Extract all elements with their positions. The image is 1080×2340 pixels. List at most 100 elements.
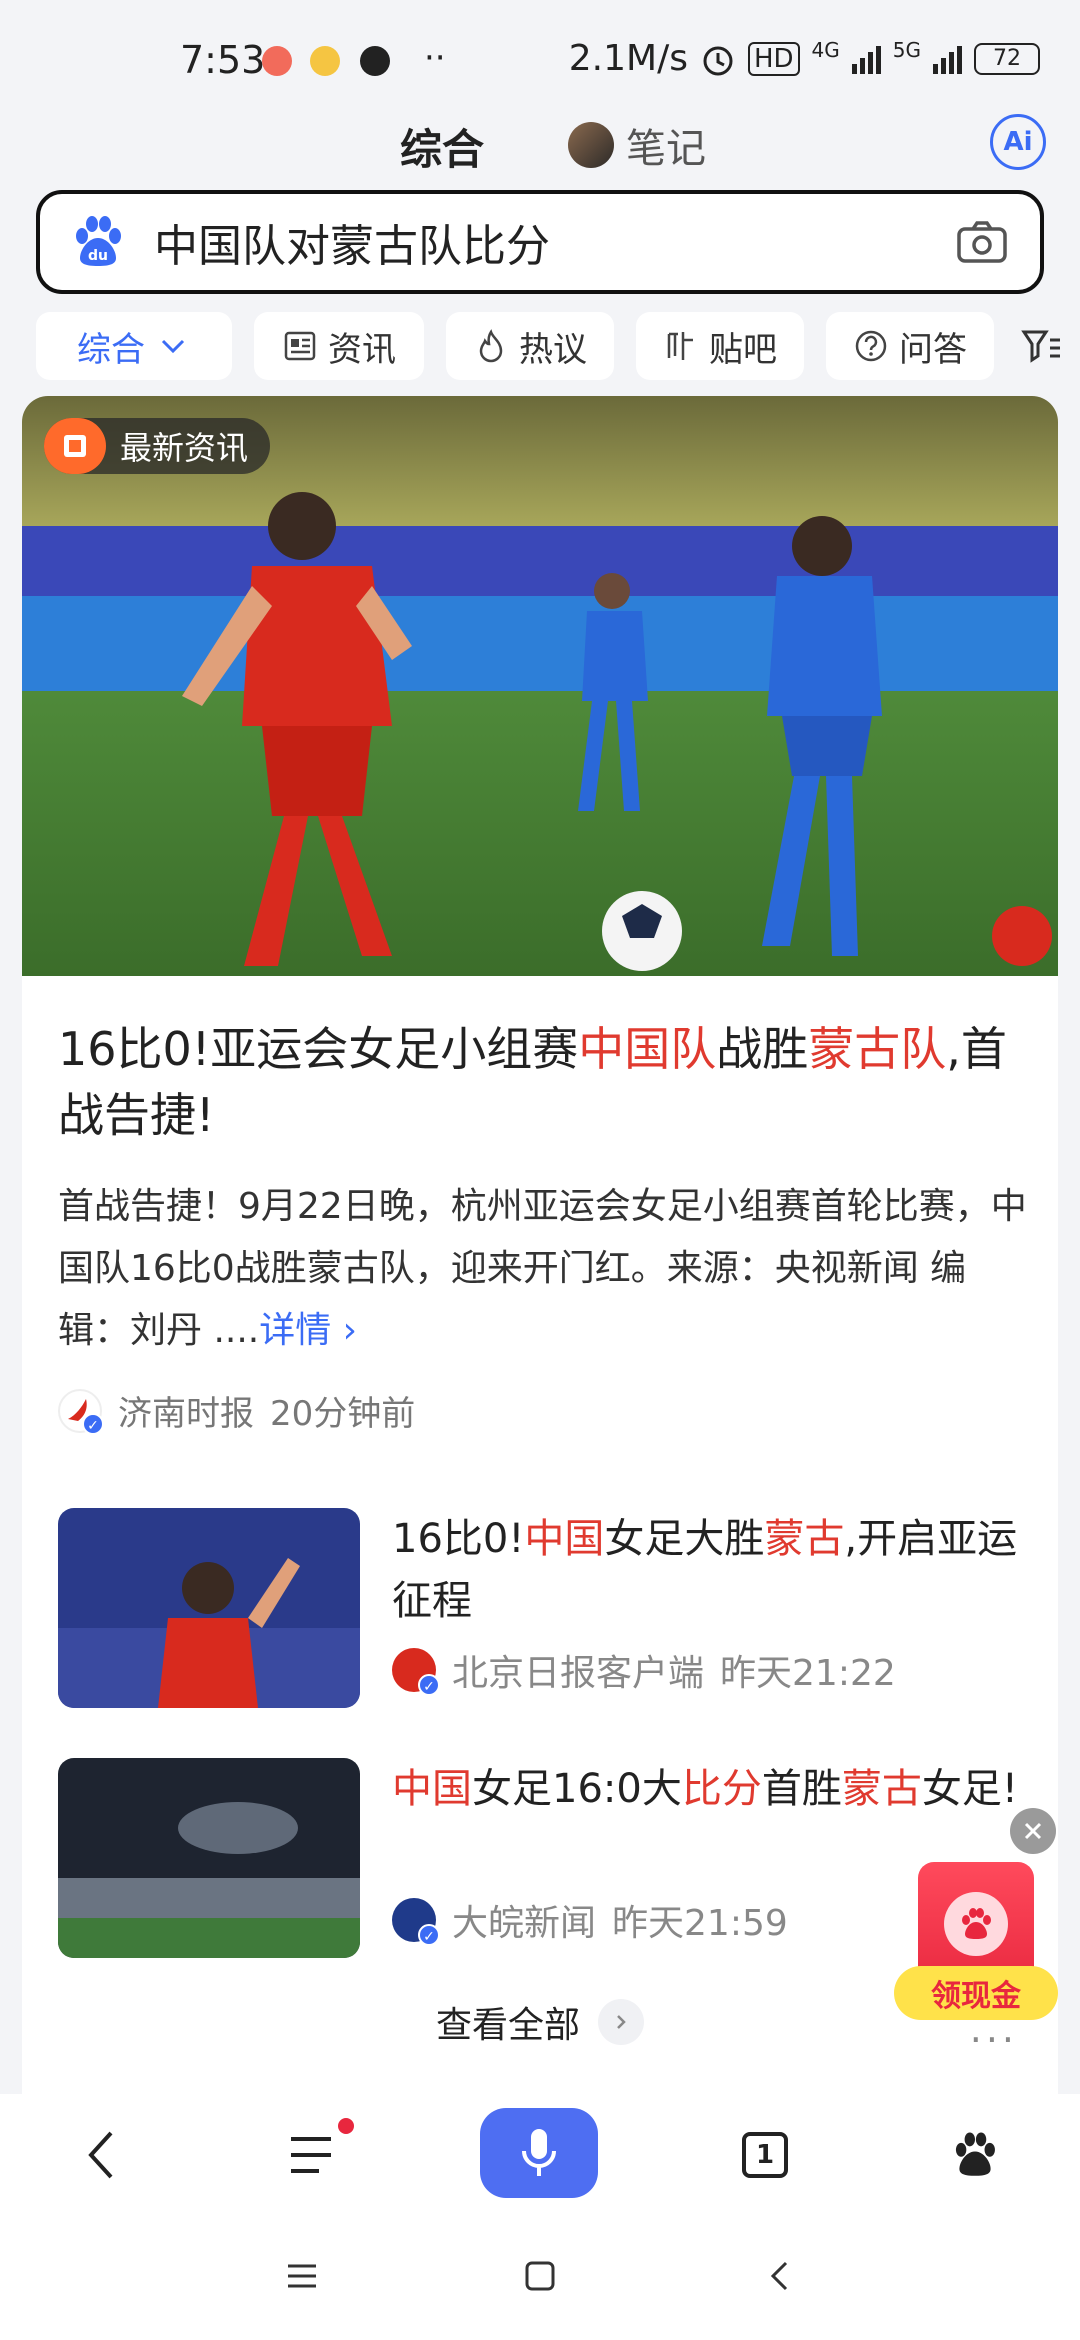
message-notification-icon	[310, 46, 340, 76]
news-source[interactable]: 北京日报客户端	[452, 1644, 704, 1696]
net-5g-label: 5G	[892, 38, 921, 62]
microphone-icon	[522, 2129, 556, 2176]
news-badge-icon	[44, 418, 106, 474]
badge-label: 最新资讯	[120, 429, 249, 467]
more-notifications-icon: ··	[424, 38, 446, 78]
news-thumbnail	[58, 1508, 360, 1708]
beijing-daily-logo-icon: ✓	[392, 1648, 440, 1696]
result-card: 最新资讯 16比0!亚运会女足小组赛中国队战胜蒙古队,首战告捷! 首战告捷！9月…	[22, 396, 1058, 2096]
news-item[interactable]: 中国女足16:0大比分首胜蒙古女足! ✓ 大皖新闻 昨天21:59	[58, 1758, 1058, 1958]
tab-count: 1	[742, 2132, 788, 2178]
filter-hot[interactable]: 热议	[446, 312, 614, 380]
camera-icon[interactable]	[956, 220, 1008, 264]
status-bar: 7:53 ·· 2.1M/s HD 4G 5G 72	[0, 0, 1080, 120]
title-part: 战胜	[716, 1022, 809, 1076]
news-title[interactable]: 中国女足16:0大比分首胜蒙古女足!	[392, 1758, 1042, 1820]
system-nav	[0, 2214, 1080, 2340]
get-cash-label[interactable]: 领现金	[894, 1966, 1058, 2020]
filter-tieba[interactable]: 贴吧	[636, 312, 804, 380]
menu-button[interactable]	[268, 2110, 358, 2200]
verified-icon: ✓	[418, 1674, 440, 1696]
title-highlight: 蒙古	[841, 1766, 922, 1812]
baidu-logo-icon: du	[76, 216, 121, 266]
news-title[interactable]: 16比0!中国女足大胜蒙古,开启亚运征程	[392, 1508, 1042, 1632]
news-item[interactable]: 16比0!中国女足大胜蒙古,开启亚运征程 ✓ 北京日报客户端 昨天21:22	[58, 1508, 1058, 1708]
signal-5g-icon	[933, 44, 962, 74]
hd-badge: HD	[747, 41, 800, 76]
bottom-nav: 1	[0, 2094, 1080, 2214]
detail-link[interactable]: 详情 ›	[259, 1310, 357, 1351]
top-story-source: ✓ 济南时报 20分钟前	[58, 1386, 415, 1435]
title-part: 女足16:0大	[472, 1766, 682, 1812]
chevron-left-icon	[88, 2131, 113, 2179]
back-button[interactable]	[56, 2110, 146, 2200]
tab-notes-label: 笔记	[626, 126, 706, 172]
top-story-summary: 首战告捷！9月22日晚，杭州亚运会女足小组赛首轮比赛，中国队16比0战胜蒙古队，…	[58, 1176, 1038, 1362]
filter-label: 热议	[519, 329, 587, 370]
status-time: 7:53	[180, 38, 266, 82]
tabs-button[interactable]: 1	[720, 2110, 810, 2200]
view-all-label: 查看全部	[435, 2005, 580, 2046]
soccer-match-photo	[22, 396, 1058, 976]
baidu-paw-icon	[955, 2132, 995, 2176]
title-part: 女足大胜	[604, 1516, 765, 1562]
music-notification-icon	[360, 46, 390, 76]
dawan-news-logo-icon: ✓	[392, 1898, 440, 1946]
battery-indicator: 72	[974, 42, 1040, 75]
signal-4g-icon	[851, 44, 881, 74]
system-back-button[interactable]	[760, 2256, 800, 2296]
filter-settings-button[interactable]	[1016, 312, 1068, 380]
title-highlight: 蒙古队	[808, 1022, 947, 1076]
more-options-icon[interactable]: ···	[970, 2018, 1018, 2062]
news-meta: ✓ 北京日报客户端 昨天21:22	[392, 1644, 896, 1696]
filter-news[interactable]: 资讯	[254, 312, 424, 380]
jinan-times-logo-icon: ✓	[58, 1388, 104, 1435]
app-notification-icon	[262, 46, 292, 76]
status-right: 2.1M/s HD 4G 5G 72	[569, 38, 1040, 79]
title-part: 首胜	[761, 1766, 842, 1812]
title-part: 16比0!亚运会女足小组赛	[58, 1022, 579, 1076]
menu-icon	[291, 2137, 331, 2173]
verified-icon: ✓	[82, 1412, 104, 1435]
news-time: 昨天21:22	[720, 1653, 896, 1694]
search-box[interactable]: du 中国队对蒙古队比分	[36, 190, 1044, 294]
fire-icon	[479, 329, 503, 363]
filter-bar: 综合 资讯 热议 贴吧 问答	[36, 312, 1080, 382]
filter-label: 资讯	[328, 329, 396, 370]
header-tabs: 综合 笔记 Ai	[0, 110, 1080, 180]
filter-qa[interactable]: 问答	[826, 312, 994, 380]
title-highlight: 蒙古	[764, 1516, 845, 1562]
filter-label: 问答	[899, 329, 967, 370]
hero-image[interactable]: 最新资讯	[22, 396, 1058, 976]
title-part: 16比0!	[392, 1516, 525, 1562]
filter-comprehensive[interactable]: 综合	[36, 312, 232, 380]
menu-icon	[288, 2264, 316, 2288]
filter-label: 贴吧	[709, 329, 777, 370]
tab-comprehensive[interactable]: 综合	[400, 116, 484, 177]
search-input[interactable]: 中国队对蒙古队比分	[154, 210, 956, 274]
home-square-icon	[525, 2261, 555, 2291]
ai-button[interactable]: Ai	[990, 114, 1046, 170]
tab-notes[interactable]: 笔记	[568, 116, 706, 174]
top-story-title[interactable]: 16比0!亚运会女足小组赛中国队战胜蒙古队,首战告捷!	[58, 1016, 1038, 1148]
system-menu-button[interactable]	[282, 2256, 322, 2296]
news-icon	[284, 331, 316, 361]
paw-seal-icon	[944, 1892, 1008, 1956]
close-red-packet-button[interactable]	[1010, 1808, 1056, 1854]
baidu-home-button[interactable]	[930, 2110, 1020, 2200]
network-speed: 2.1M/s	[568, 38, 688, 79]
system-home-button[interactable]	[520, 2256, 560, 2296]
title-highlight: 中国	[392, 1766, 472, 1812]
voice-search-button[interactable]	[480, 2108, 598, 2198]
filter-label: 综合	[77, 329, 145, 370]
back-chevron-icon	[770, 2261, 788, 2291]
title-part: 女足!	[921, 1766, 1018, 1812]
close-icon	[1024, 1822, 1042, 1840]
verified-icon: ✓	[418, 1924, 440, 1946]
news-source[interactable]: 大皖新闻	[452, 1894, 596, 1946]
latest-news-badge: 最新资讯	[44, 418, 271, 474]
source-name[interactable]: 济南时报	[118, 1386, 254, 1435]
chevron-right-icon	[598, 1999, 644, 2045]
notes-avatar	[568, 122, 614, 168]
title-highlight: 中国队	[578, 1022, 717, 1076]
